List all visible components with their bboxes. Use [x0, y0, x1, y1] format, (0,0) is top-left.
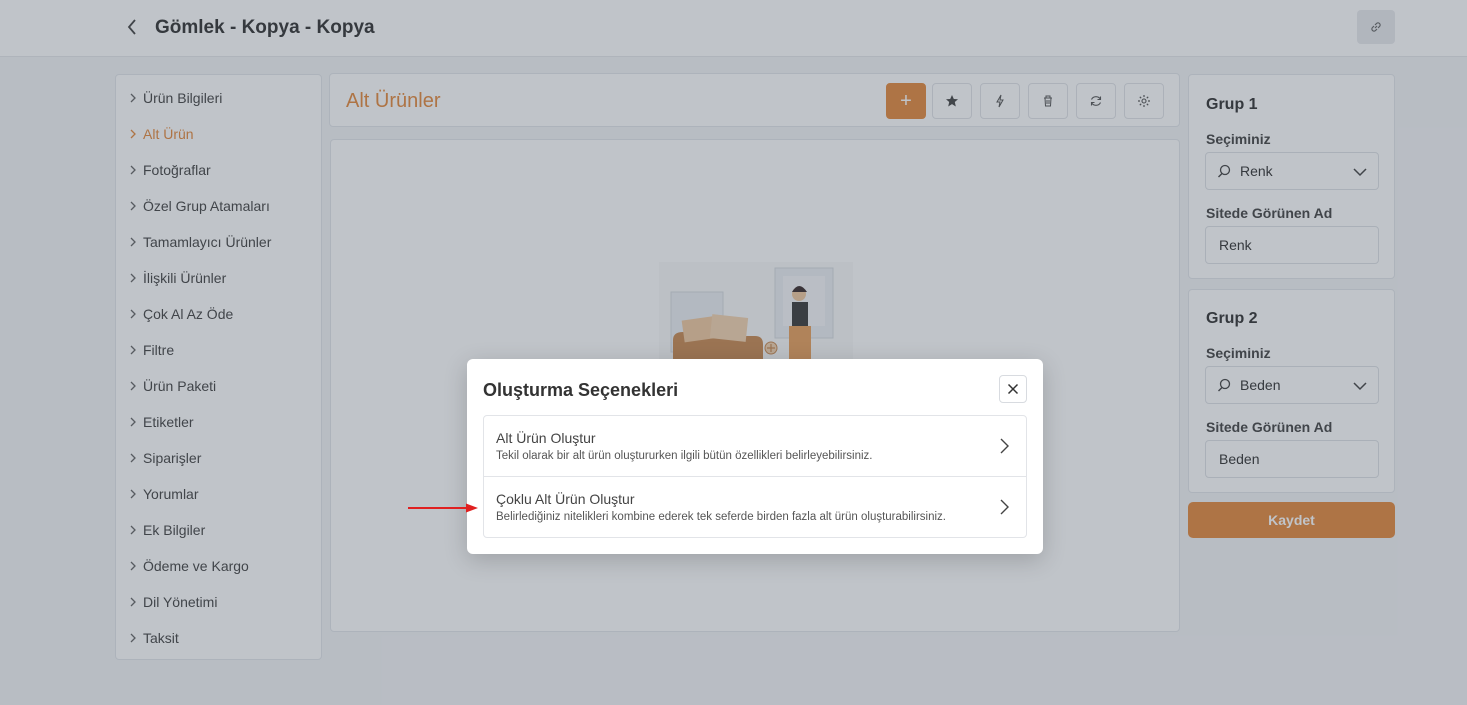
option-title: Çoklu Alt Ürün Oluştur — [496, 491, 635, 507]
creation-options-modal: Oluşturma Seçenekleri Alt Ürün Oluştur T… — [467, 359, 1043, 554]
chevron-right-icon — [1000, 499, 1009, 515]
annotation-arrow-icon — [408, 503, 478, 513]
options-list: Alt Ürün Oluştur Tekil olarak bir alt ür… — [483, 415, 1027, 538]
modal-backdrop[interactable] — [0, 0, 1467, 705]
chevron-right-icon — [1000, 438, 1009, 454]
option-create-multiple[interactable]: Çoklu Alt Ürün Oluştur Belirlediğiniz ni… — [484, 476, 1026, 537]
option-description: Tekil olarak bir alt ürün oluştururken i… — [496, 450, 873, 462]
option-title: Alt Ürün Oluştur — [496, 430, 596, 446]
close-icon — [1007, 383, 1019, 395]
modal-title: Oluşturma Seçenekleri — [483, 380, 679, 400]
close-button[interactable] — [999, 375, 1027, 403]
option-create-single[interactable]: Alt Ürün Oluştur Tekil olarak bir alt ür… — [484, 416, 1026, 477]
option-description: Belirlediğiniz nitelikleri kombine edere… — [496, 511, 946, 523]
